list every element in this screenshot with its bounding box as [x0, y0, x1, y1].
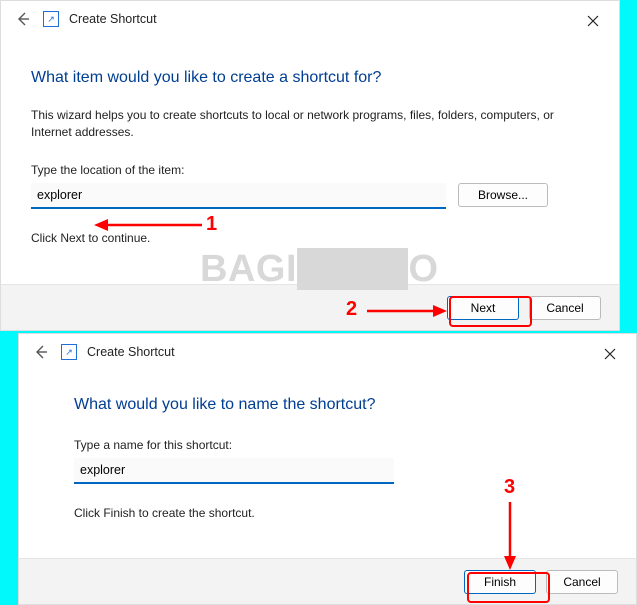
location-row: Browse... [31, 183, 589, 209]
hint-text: Click Finish to create the shortcut. [74, 506, 581, 520]
cancel-button[interactable]: Cancel [529, 296, 601, 320]
back-icon[interactable] [31, 344, 51, 360]
next-button[interactable]: Next [447, 296, 519, 320]
dialog-content: What item would you like to create a sho… [1, 35, 619, 245]
close-button[interactable] [592, 340, 628, 368]
shortcut-icon: ↗ [43, 11, 59, 27]
dialog-title: Create Shortcut [69, 12, 157, 26]
back-icon[interactable] [13, 11, 33, 27]
create-shortcut-dialog-step2: ↗ Create Shortcut What would you like to… [18, 333, 637, 605]
description: This wizard helps you to create shortcut… [31, 107, 589, 141]
name-label: Type a name for this shortcut: [74, 438, 581, 452]
location-label: Type the location of the item: [31, 163, 589, 177]
browse-button[interactable]: Browse... [458, 183, 548, 207]
dialog-footer: Finish Cancel [19, 558, 636, 604]
name-row [74, 458, 581, 484]
watermark: BAGITEKNO [200, 248, 439, 291]
shortcut-icon: ↗ [61, 344, 77, 360]
dialog-content: What would you like to name the shortcut… [19, 368, 636, 520]
dialog-title: Create Shortcut [87, 345, 175, 359]
name-input[interactable] [74, 458, 394, 484]
finish-button[interactable]: Finish [464, 570, 536, 594]
heading: What would you like to name the shortcut… [74, 396, 581, 414]
titlebar: ↗ Create Shortcut [1, 1, 619, 35]
close-button[interactable] [575, 7, 611, 35]
heading: What item would you like to create a sho… [31, 69, 589, 87]
titlebar: ↗ Create Shortcut [19, 334, 636, 368]
cancel-button[interactable]: Cancel [546, 570, 618, 594]
location-input[interactable] [31, 183, 446, 209]
hint-text: Click Next to continue. [31, 231, 589, 245]
